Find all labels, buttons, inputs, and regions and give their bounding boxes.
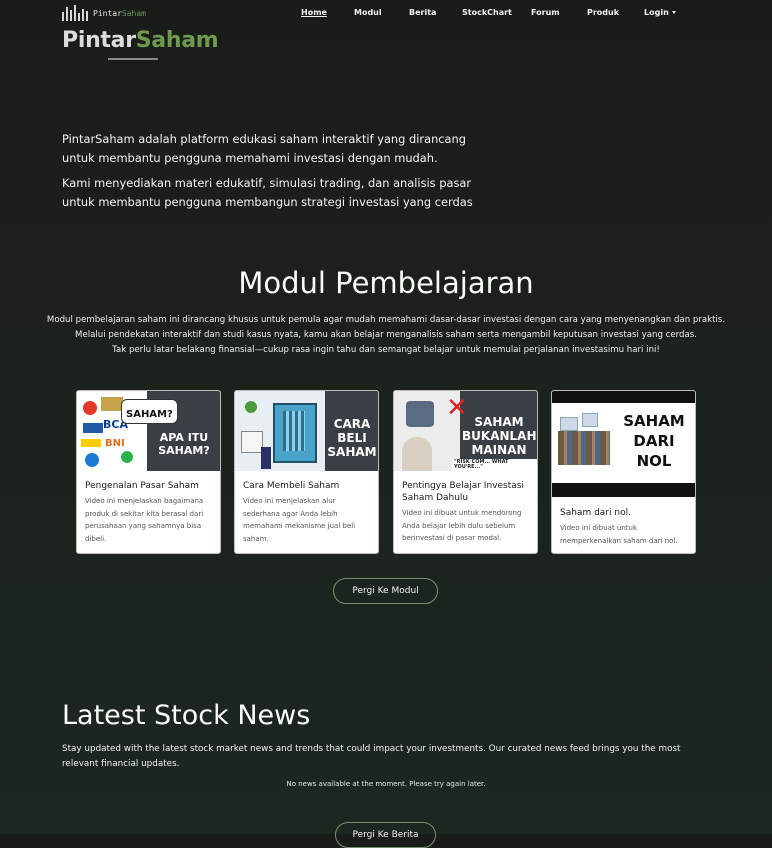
logo-circle-icon (83, 401, 97, 415)
news-empty-message: No news available at the moment. Please … (286, 780, 486, 788)
logo-block-icon (83, 423, 103, 433)
crowd-icon (558, 431, 610, 465)
nav-link-berita[interactable]: Berita (409, 8, 436, 17)
card-title: Pengenalan Pasar Saham (85, 481, 199, 491)
modul-card[interactable]: CARA BELI SAHAM Cara Membeli Saham Video… (234, 390, 379, 554)
nav-link-login[interactable]: Login (644, 8, 676, 17)
card-description: Video ini dibuat untuk memperkenalkan sa… (560, 524, 678, 545)
modul-section-title: Modul Pembelajaran (238, 266, 534, 300)
portrait-icon (402, 437, 432, 471)
thumb-title: APA ITU SAHAM? (158, 431, 210, 457)
card-description: Video ini dibuat untuk mendorong Anda be… (402, 509, 522, 543)
hero-paragraph-2: Kami menyediakan materi edukatif, simula… (62, 176, 473, 209)
card-title: Saham dari nol. (560, 508, 631, 518)
sign-icon (582, 413, 598, 427)
login-label: Login (644, 8, 669, 17)
person-icon (261, 447, 271, 469)
logo-strip-icon (81, 439, 101, 447)
nav-links: Home Modul Berita StockChart Forum Produ… (0, 8, 772, 22)
hero-paragraph-1: PintarSaham adalah platform edukasi saha… (62, 132, 466, 165)
thumb-speech-bubble: SAHAM? (121, 399, 178, 424)
caret-down-icon (671, 11, 676, 14)
modul-desc-line-1: Modul pembelajaran saham ini dirancang k… (46, 315, 726, 325)
nav-link-stockchart[interactable]: StockChart (462, 8, 512, 17)
thumb-title: SAHAM BUKANLAH MAINAN (462, 415, 537, 457)
thumb-quote: "RISK COM... WHAT YOU'RE..." (452, 459, 537, 471)
go-to-news-button[interactable]: Pergi Ke Berita (335, 822, 436, 848)
nav-link-produk[interactable]: Produk (587, 8, 619, 17)
logo-badge-icon (101, 397, 123, 411)
sign-icon (560, 417, 578, 431)
logo-green-icon (121, 451, 133, 463)
hero-logo: PintarSaham (62, 28, 219, 53)
modul-card[interactable]: ✕ SAHAM BUKANLAH MAINAN "RISK COM... WHA… (393, 390, 538, 554)
card-thumbnail: CARA BELI SAHAM (235, 391, 378, 471)
thumb-logo-bni: BNI (105, 438, 125, 449)
stressed-person-icon (406, 401, 434, 427)
card-thumbnail: ✕ SAHAM BUKANLAH MAINAN "RISK COM... WHA… (394, 391, 537, 471)
card-description: Video ini menjelaskan alur sederhana aga… (243, 497, 356, 543)
card-description: Video ini menjelaskan bagaimana produk d… (85, 497, 204, 543)
thumb-title: SAHAM DARI NOL (623, 412, 685, 470)
chart-paper-icon (241, 431, 263, 453)
thumb-title: CARA BELI SAHAM (327, 417, 377, 459)
hero-underline (108, 58, 158, 60)
logo-round-icon (85, 453, 99, 467)
modul-card[interactable]: BCA BNI SAHAM? APA ITU SAHAM? Pengenalan… (76, 390, 221, 554)
nav-link-home[interactable]: Home (301, 8, 327, 17)
nav-link-modul[interactable]: Modul (354, 8, 382, 17)
modul-desc-line-3: Tak perlu latar belakang finansial—cukup… (112, 344, 660, 355)
nav-link-forum[interactable]: Forum (531, 8, 560, 17)
building-windows-icon (283, 411, 305, 451)
card-title: Cara Membeli Saham (243, 481, 340, 491)
go-to-modul-button[interactable]: Pergi Ke Modul (333, 578, 438, 604)
modul-card[interactable]: SAHAM DARI NOL Saham dari nol. Video ini… (551, 390, 696, 554)
card-title: Pentingya Belajar Investasi Saham Dahulu (402, 481, 524, 503)
go-to-news-label: Pergi Ke Berita (352, 830, 419, 840)
card-thumbnail: SAHAM DARI NOL (552, 391, 695, 497)
news-section-title: Latest Stock News (62, 700, 311, 731)
green-logo-icon (245, 401, 257, 413)
card-thumbnail: BCA BNI SAHAM? APA ITU SAHAM? (77, 391, 220, 471)
navbar: PintarSaham Home Modul Berita StockChart… (0, 0, 772, 28)
modul-description: Modul pembelajaran saham ini dirancang k… (20, 313, 752, 357)
modul-desc-line-2: Melalui pendekatan interaktif dan studi … (75, 329, 697, 340)
news-description: Stay updated with the latest stock marke… (62, 744, 681, 769)
